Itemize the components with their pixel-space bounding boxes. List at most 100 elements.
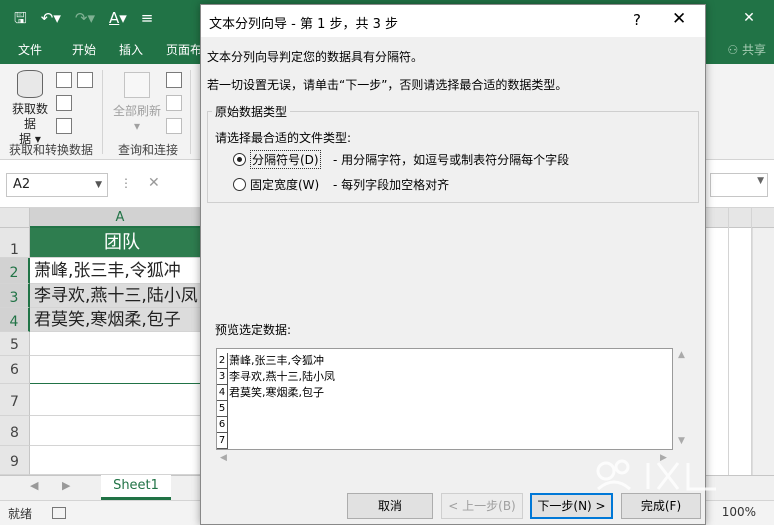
- share-button[interactable]: ⚇ 共享: [727, 36, 766, 64]
- row-header[interactable]: 9: [0, 446, 30, 475]
- group-separator: [102, 70, 103, 154]
- get-data-button[interactable]: 获取数据 据 ▾: [10, 70, 50, 147]
- scroll-up-icon[interactable]: ▲: [678, 350, 685, 360]
- row-header[interactable]: 4: [0, 308, 30, 332]
- from-table-icon[interactable]: [56, 118, 72, 134]
- preview-row: 5: [217, 401, 657, 417]
- preview-row: 3 李寻欢,燕十三,陆小凤: [217, 369, 657, 385]
- scroll-down-icon[interactable]: ▼: [678, 436, 685, 446]
- tab-home[interactable]: 开始: [72, 36, 96, 64]
- cell-a3[interactable]: 李寻欢,燕十三,陆小凤: [30, 284, 210, 308]
- preview-row-number: 3: [217, 369, 228, 385]
- gridline: [728, 208, 729, 475]
- share-label: 共享: [741, 43, 766, 57]
- preview-row: 7: [217, 433, 657, 449]
- quick-access-toolbar: 🖫 ↶▾ ↷▾ A▾ ≡: [14, 6, 153, 30]
- radio-description: - 用分隔字符，如逗号或制表符分隔每个字段: [333, 153, 570, 167]
- refresh-all-button[interactable]: 全部刷新 ▾: [112, 72, 162, 134]
- font-color-icon[interactable]: A▾: [109, 6, 127, 30]
- dialog-instruction-line: 若一切设置无误，请单击“下一步”，否则请选择最合适的数据类型。: [207, 78, 568, 92]
- macro-record-icon[interactable]: [52, 507, 66, 519]
- row-header[interactable]: 5: [0, 332, 30, 356]
- tab-page-layout[interactable]: 页面布: [166, 36, 202, 64]
- refresh-icon: [124, 72, 150, 98]
- refresh-all-label: 全部刷新: [112, 104, 161, 118]
- radio-label: 固定宽度(W): [250, 177, 320, 192]
- share-icon: ⚇: [727, 43, 742, 57]
- vertical-scrollbar[interactable]: [752, 228, 774, 475]
- undo-icon[interactable]: ↶▾: [41, 6, 61, 30]
- chevron-down-icon[interactable]: ▼: [95, 174, 102, 196]
- preview-row-number: 7: [217, 433, 228, 449]
- customize-qat-icon[interactable]: ≡: [141, 6, 154, 30]
- formula-bar-grip: ⋮: [120, 176, 132, 190]
- from-web-icon[interactable]: [56, 95, 72, 111]
- cell-a2[interactable]: 萧峰,张三丰,令狐冲: [30, 258, 210, 284]
- row-header[interactable]: 7: [0, 384, 30, 416]
- group-title: 原始数据类型: [212, 103, 291, 120]
- properties-icon[interactable]: [166, 95, 182, 111]
- dialog-title: 文本分列向导 - 第 1 步，共 3 步: [209, 17, 399, 32]
- cell-a6[interactable]: [30, 356, 210, 384]
- close-icon[interactable]: ✕: [726, 0, 772, 36]
- name-box-value: A2: [13, 177, 31, 192]
- cell-a7[interactable]: [30, 384, 210, 416]
- preview-row-text: 君莫笑,寒烟柔,包子: [229, 386, 324, 399]
- expand-icon[interactable]: ▼: [757, 176, 764, 186]
- text-to-columns-wizard-dialog: 文本分列向导 - 第 1 步，共 3 步 ? ✕ 文本分列向导判定您的数据具有分…: [200, 4, 706, 525]
- status-text: 就绪: [8, 507, 33, 521]
- dialog-titlebar: 文本分列向导 - 第 1 步，共 3 步 ? ✕: [201, 5, 705, 37]
- radio-label: 分隔符号(D): [250, 149, 321, 169]
- get-data-label: 获取数据: [11, 102, 48, 131]
- column-header-a[interactable]: A: [30, 208, 210, 228]
- preview-row-number: 6: [217, 417, 228, 433]
- zoom-level[interactable]: 100%: [722, 505, 756, 519]
- preview-row-text: 萧峰,张三丰,令狐冲: [229, 354, 324, 367]
- radio-delimited[interactable]: 分隔符号(D): [233, 149, 321, 169]
- edit-links-icon[interactable]: [166, 118, 182, 134]
- preview-row: 2 萧峰,张三丰,令狐冲: [217, 353, 657, 369]
- radio-button[interactable]: [233, 152, 246, 166]
- help-icon[interactable]: ?: [633, 11, 641, 29]
- row-header[interactable]: 8: [0, 416, 30, 446]
- queries-connections-icon[interactable]: [166, 72, 182, 88]
- radio-button[interactable]: [233, 177, 246, 191]
- redo-icon[interactable]: ↷▾: [75, 6, 95, 30]
- scroll-left-icon[interactable]: ◀: [30, 479, 38, 492]
- close-icon[interactable]: ✕: [672, 9, 686, 29]
- preview-row: 6: [217, 417, 657, 433]
- row-header[interactable]: 6: [0, 356, 30, 384]
- preview-row-number: 4: [217, 385, 228, 401]
- cancel-icon[interactable]: ✕: [148, 175, 160, 191]
- preview-vertical-scrollbar[interactable]: ▲ ▼: [674, 348, 690, 450]
- cell-a1[interactable]: 团队: [30, 228, 210, 258]
- from-text-icon[interactable]: [56, 72, 72, 88]
- recent-sources-icon[interactable]: [77, 72, 93, 88]
- sheet-tab-sheet1[interactable]: Sheet1: [101, 475, 171, 500]
- select-all-corner[interactable]: [0, 208, 30, 228]
- save-icon[interactable]: 🖫: [14, 6, 27, 30]
- cancel-button[interactable]: 取消: [347, 493, 433, 519]
- cell-a5[interactable]: [30, 332, 210, 356]
- tab-file[interactable]: 文件: [18, 36, 42, 64]
- baidu-watermark-logo: [596, 459, 716, 491]
- preview-row: 4 君莫笑,寒烟柔,包子: [217, 385, 657, 401]
- preview-label: 预览选定数据:: [215, 323, 292, 337]
- cell-a4[interactable]: 君莫笑,寒烟柔,包子: [30, 308, 210, 332]
- cell-a8[interactable]: [30, 416, 210, 446]
- preview-row-number: 5: [217, 401, 228, 417]
- radio-fixed-width[interactable]: 固定宽度(W): [233, 175, 319, 193]
- row-header[interactable]: 1: [0, 228, 30, 258]
- preview-row-text: 李寻欢,燕十三,陆小凤: [229, 370, 335, 383]
- row-header[interactable]: 3: [0, 284, 30, 308]
- preview-pane[interactable]: 2 萧峰,张三丰,令狐冲 3 李寻欢,燕十三,陆小凤 4 君莫笑,寒烟柔,包子 …: [216, 348, 673, 450]
- cell-a9[interactable]: [30, 446, 210, 475]
- scroll-right-icon[interactable]: ▶: [62, 479, 70, 492]
- row-header[interactable]: 2: [0, 258, 30, 284]
- group-label-queries: 查询和连接: [118, 143, 179, 157]
- name-box[interactable]: A2 ▼: [6, 173, 108, 197]
- database-icon: [17, 70, 43, 98]
- tab-insert[interactable]: 插入: [119, 36, 143, 64]
- scroll-left-icon[interactable]: ◀: [220, 453, 227, 463]
- back-button[interactable]: < 上一步(B): [441, 493, 523, 519]
